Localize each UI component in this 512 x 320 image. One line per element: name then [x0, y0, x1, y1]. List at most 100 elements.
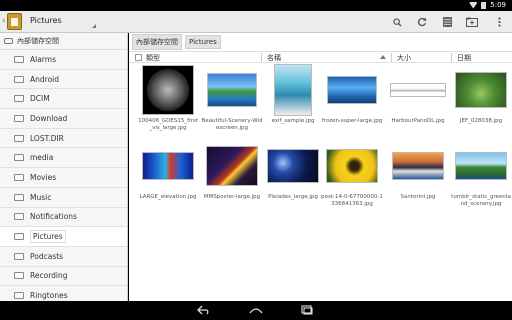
column-type[interactable]: 類型	[146, 53, 160, 63]
file-name: frozen-super-large.jpg	[321, 118, 383, 124]
select-all-checkbox[interactable]	[135, 54, 142, 61]
sidebar-item-label: LOST.DIR	[30, 133, 64, 143]
sidebar-item-label: Android	[30, 74, 59, 84]
file-name: 100406_GOES15_first_vis_large.jpg	[138, 118, 198, 131]
column-size[interactable]: 大小	[397, 53, 411, 63]
sidebar-item-lost-dir[interactable]: LOST.DIR	[0, 129, 127, 149]
new-folder-icon[interactable]	[464, 14, 480, 30]
file-name: tumblr_static_greenland_scenery.jpg	[451, 194, 511, 207]
file-thumbnail[interactable]	[326, 149, 378, 183]
action-bar: ‹ Pictures	[0, 11, 512, 33]
file-thumbnail[interactable]	[455, 72, 507, 108]
folder-icon	[14, 272, 24, 280]
sidebar-item-notifications[interactable]: Notifications	[0, 208, 127, 228]
sidebar-root-label: 內部儲存空間	[17, 37, 59, 45]
file-tile[interactable]: Beautiful-Scenery-Widescreen.jpg	[201, 64, 263, 131]
sidebar-item-podcasts[interactable]: Podcasts	[0, 247, 127, 267]
column-name[interactable]: 名稱	[267, 53, 281, 63]
sidebar-item-android[interactable]: Android	[0, 70, 127, 90]
sidebar-item-alarms[interactable]: Alarms	[0, 50, 127, 70]
folder-icon	[14, 95, 24, 103]
file-name: JEF_028038.jpg	[459, 118, 503, 124]
column-header: 類型 名稱 大小 日期	[129, 52, 512, 63]
file-tile[interactable]: exif_sample.jpg	[262, 64, 324, 125]
folder-icon	[14, 55, 24, 63]
file-tile[interactable]: post-14-0-67700000-1336841363.jpg	[321, 140, 383, 207]
sidebar-item-label: Podcasts	[30, 251, 64, 261]
file-tile[interactable]: Pleiades_large.jpg	[262, 140, 324, 201]
file-tile[interactable]: 100406_GOES15_first_vis_large.jpg	[137, 64, 199, 131]
column-divider	[451, 53, 452, 62]
sidebar-item-recording[interactable]: Recording	[0, 267, 127, 287]
column-date[interactable]: 日期	[457, 53, 471, 63]
storage-icon	[4, 38, 13, 44]
list-view-icon[interactable]	[439, 14, 455, 30]
status-bar: 5:09	[0, 0, 512, 11]
breadcrumb-item-storage[interactable]: 內部儲存空間	[132, 34, 182, 50]
sidebar-item-movies[interactable]: Movies	[0, 168, 127, 188]
status-time: 5:09	[490, 1, 506, 9]
column-divider	[261, 53, 262, 62]
sidebar-item-ringtones[interactable]: Ringtones	[0, 286, 127, 301]
system-nav-bar	[0, 301, 512, 320]
home-icon[interactable]	[249, 305, 263, 317]
sidebar-item-label: Notifications	[30, 212, 77, 222]
app-icon[interactable]	[7, 13, 22, 30]
sidebar-item-label: media	[30, 153, 54, 163]
sidebar-item-label: Recording	[30, 271, 68, 281]
file-tile[interactable]: frozen-super-large.jpg	[321, 64, 383, 125]
file-thumbnail[interactable]	[455, 152, 507, 180]
file-thumbnail[interactable]	[142, 65, 194, 115]
folder-icon	[14, 75, 24, 83]
file-name: HarbourPanoDL.jpg	[391, 118, 445, 124]
sidebar-item-pictures[interactable]: Pictures	[0, 227, 127, 247]
breadcrumb-item-pictures[interactable]: Pictures	[185, 35, 221, 49]
sidebar-item-dcim[interactable]: DCIM	[0, 89, 127, 110]
folder-icon	[14, 213, 24, 221]
folder-title[interactable]: Pictures	[30, 16, 62, 25]
recent-apps-icon[interactable]	[301, 305, 313, 317]
file-name: MMSposter-large.jpg	[203, 194, 261, 200]
file-thumbnail[interactable]	[142, 152, 194, 180]
breadcrumb: 內部儲存空間 Pictures	[129, 33, 512, 52]
sidebar-item-label: DCIM	[30, 94, 50, 104]
folder-icon	[14, 252, 24, 260]
wifi-icon	[469, 1, 478, 9]
sidebar-item-music[interactable]: Music	[0, 188, 127, 208]
file-tile[interactable]: tumblr_static_greenland_scenery.jpg	[450, 140, 512, 207]
file-thumbnail[interactable]	[392, 152, 444, 180]
file-thumbnail[interactable]	[390, 83, 446, 97]
file-tile[interactable]: Santorini.jpg	[387, 140, 449, 201]
folder-icon	[14, 292, 24, 300]
file-thumbnail[interactable]	[206, 146, 258, 186]
file-tile[interactable]: JEF_028038.jpg	[450, 64, 512, 125]
folder-icon	[14, 114, 24, 122]
sidebar-item-label: Ringtones	[30, 291, 68, 301]
file-tile[interactable]: MMSposter-large.jpg	[201, 140, 263, 201]
folder-icon	[14, 233, 24, 241]
file-tile[interactable]: HarbourPanoDL.jpg	[387, 64, 449, 125]
sidebar-item-download[interactable]: Download	[0, 109, 127, 129]
file-browser-pane: 內部儲存空間 Pictures 類型 名稱 大小 日期 100406_GOES1…	[129, 33, 512, 301]
sidebar-item-label: Pictures	[30, 230, 66, 244]
status-icons: 5:09	[469, 1, 506, 9]
file-tile[interactable]: LARGE_elevation.jpg	[137, 140, 199, 201]
folder-icon	[14, 134, 24, 142]
sidebar-item-media[interactable]: media	[0, 148, 127, 169]
back-icon[interactable]	[197, 305, 211, 317]
file-name: LARGE_elevation.jpg	[139, 194, 197, 200]
sidebar-root-storage[interactable]: 內部儲存空間	[0, 33, 127, 50]
overflow-menu-icon[interactable]	[491, 14, 507, 30]
file-thumbnail[interactable]	[327, 76, 377, 104]
search-icon[interactable]	[389, 14, 405, 30]
sidebar-item-label: Alarms	[30, 54, 56, 64]
folder-icon	[14, 154, 24, 162]
file-thumbnail[interactable]	[274, 64, 312, 116]
back-caret-icon[interactable]: ‹	[2, 16, 6, 26]
sidebar-item-label: Movies	[30, 172, 57, 182]
column-divider	[391, 53, 392, 62]
file-thumbnail[interactable]	[207, 73, 257, 107]
sort-ascending-icon[interactable]	[380, 55, 386, 59]
refresh-icon[interactable]	[414, 14, 430, 30]
file-thumbnail[interactable]	[267, 149, 319, 183]
